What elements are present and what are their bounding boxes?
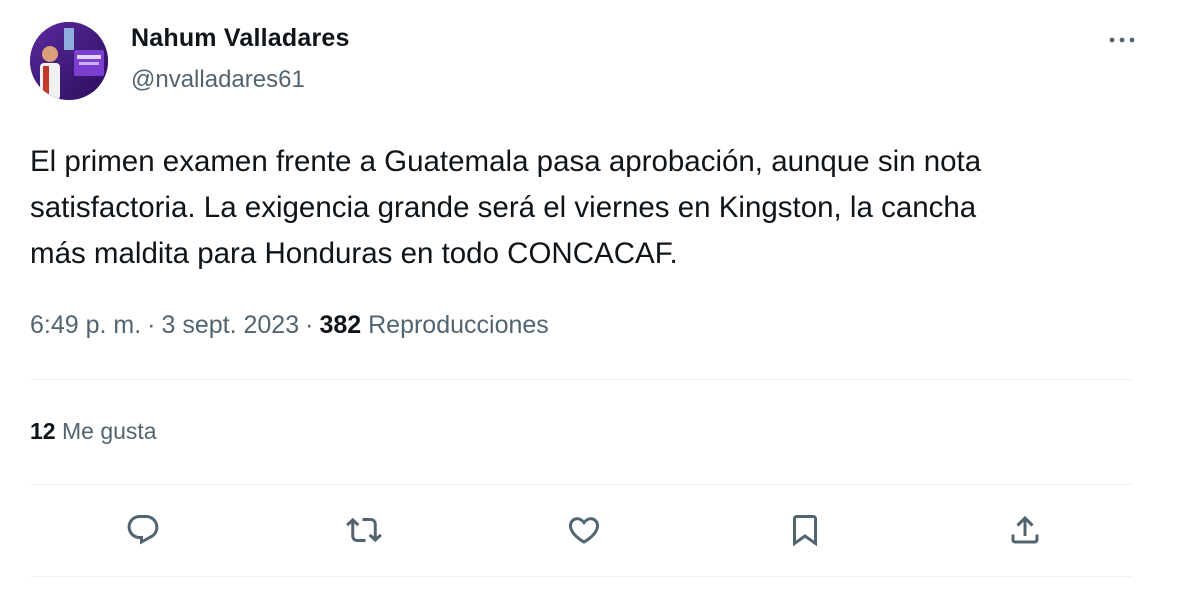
tweet-time[interactable]: 6:49 p. m.: [30, 311, 141, 339]
divider: [30, 484, 1132, 485]
meta-separator: ·: [147, 311, 156, 339]
bookmark-icon: [793, 515, 817, 547]
views-count: 382: [319, 311, 362, 339]
like-button[interactable]: [564, 510, 604, 550]
tweet-text: El primen examen frente a Guatemala pasa…: [30, 139, 1150, 277]
share-button[interactable]: [1005, 510, 1045, 550]
likes-count: 12: [30, 418, 56, 444]
tweet-text-line: satisfactoria. La exigencia grande será …: [30, 191, 977, 224]
bookmark-button[interactable]: [785, 510, 825, 550]
avatar-image: [30, 22, 108, 100]
retweet-button[interactable]: [344, 510, 384, 550]
views-label: Reproducciones: [368, 311, 549, 339]
avatar[interactable]: [30, 22, 108, 100]
reply-button[interactable]: [123, 510, 163, 550]
tweet-text-line: más maldita para Honduras en todo CONCAC…: [30, 237, 678, 270]
tweet-text-line: El primen examen frente a Guatemala pasa…: [30, 145, 982, 178]
author-name[interactable]: Nahum Valladares: [131, 24, 350, 53]
more-button[interactable]: [1104, 26, 1140, 54]
likes-stat[interactable]: 12 Me gusta: [30, 418, 157, 445]
share-icon: [1011, 515, 1039, 544]
tweet-date[interactable]: 3 sept. 2023: [162, 311, 300, 339]
more-icon: [1109, 37, 1135, 43]
tweet-card: Nahum Valladares @nvalladares61 El prime…: [0, 0, 1200, 595]
divider: [30, 379, 1132, 380]
author-handle[interactable]: @nvalladares61: [131, 66, 305, 94]
heart-icon: [568, 517, 600, 544]
likes-label: Me gusta: [61, 418, 157, 444]
divider: [30, 576, 1132, 577]
reply-icon: [127, 515, 159, 545]
retweet-icon: [346, 517, 382, 543]
meta-separator: ·: [305, 311, 314, 339]
tweet-meta: 6:49 p. m. · 3 sept. 2023 · 382 Reproduccion…: [30, 311, 549, 340]
